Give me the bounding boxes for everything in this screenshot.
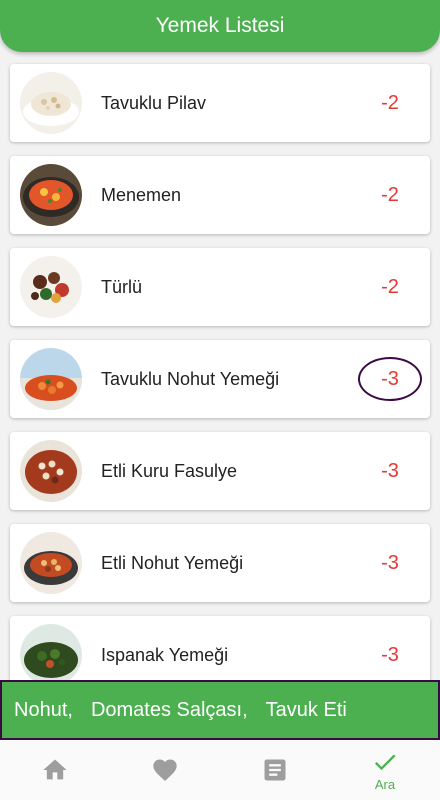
selected-ingredients-bar[interactable]: Nohut, Domates Salçası, Tavuk Eti <box>0 680 440 740</box>
food-image <box>20 532 82 594</box>
food-name: Etli Kuru Fasulye <box>101 460 238 481</box>
food-score: -3 <box>381 551 399 574</box>
food-name: Menemen <box>101 184 182 205</box>
food-image <box>20 164 82 226</box>
food-score: -3 <box>381 643 399 666</box>
page-title: Yemek Listesi <box>155 14 285 37</box>
nav-search-label: Ara <box>374 777 396 792</box>
food-score: -2 <box>381 91 399 114</box>
food-card[interactable]: Türlü -2 <box>10 248 430 326</box>
food-name: Ispanak Yemeği <box>101 644 229 665</box>
home-icon <box>41 756 69 784</box>
food-card[interactable]: Menemen -2 <box>10 156 430 234</box>
bottom-navigation: Ara <box>0 740 440 800</box>
food-card[interactable]: Etli Nohut Yemeği -3 <box>10 524 430 602</box>
food-image <box>20 348 82 410</box>
food-card[interactable]: Tavuklu Pilav -2 <box>10 64 430 142</box>
food-image <box>20 624 82 680</box>
food-name: Etli Nohut Yemeği <box>101 552 244 573</box>
food-score: -2 <box>381 275 399 298</box>
food-name: Tavuklu Nohut Yemeği <box>101 368 280 389</box>
food-card[interactable]: Tavuklu Nohut Yemeği -3 <box>10 340 430 418</box>
food-card[interactable]: Etli Kuru Fasulye -3 <box>10 432 430 510</box>
food-image <box>20 440 82 502</box>
food-card[interactable]: Ispanak Yemeği -3 <box>10 616 430 680</box>
food-image <box>20 256 82 318</box>
document-icon <box>261 756 289 784</box>
nav-list[interactable] <box>220 740 330 800</box>
food-score: -2 <box>381 183 399 206</box>
heart-icon <box>151 756 179 784</box>
app-bar: Yemek Listesi <box>0 0 440 52</box>
ingredient-chip[interactable]: Tavuk Eti <box>266 699 347 722</box>
ingredient-chip[interactable]: Nohut, <box>14 699 73 722</box>
food-image <box>20 72 82 134</box>
food-score-circled: -3 <box>358 356 422 401</box>
nav-home[interactable] <box>0 740 110 800</box>
food-list[interactable]: Tavuklu Pilav -2 Menemen -2 Türlü -2 Tav… <box>0 52 440 680</box>
nav-favorites[interactable] <box>110 740 220 800</box>
food-score: -3 <box>381 459 399 482</box>
check-icon <box>371 748 399 776</box>
highlight-circle <box>358 356 422 401</box>
ingredient-chip[interactable]: Domates Salçası, <box>91 699 248 722</box>
food-name: Türlü <box>101 276 143 297</box>
food-name: Tavuklu Pilav <box>101 92 207 113</box>
nav-search[interactable]: Ara <box>330 740 440 800</box>
